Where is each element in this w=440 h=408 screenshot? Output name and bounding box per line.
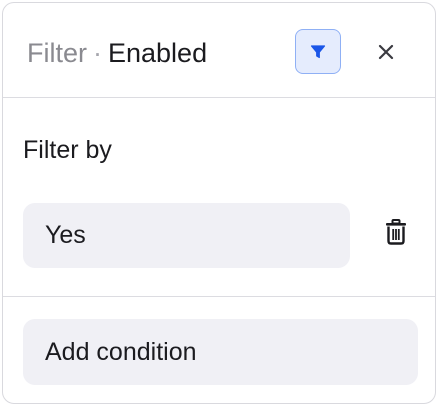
section-divider (3, 296, 435, 297)
filter-panel: Filter · Enabled Filter by Yes Add condi… (2, 2, 436, 404)
filter-toggle-button[interactable] (295, 29, 341, 74)
close-icon (378, 44, 394, 60)
add-condition-button[interactable]: Add condition (23, 319, 418, 385)
trash-icon (385, 219, 407, 245)
funnel-icon (310, 44, 326, 60)
title-separator: · (93, 38, 102, 68)
title-prefix: Filter (27, 38, 87, 68)
filter-value: Yes (45, 221, 86, 249)
add-condition-label: Add condition (45, 337, 197, 366)
header-divider (3, 97, 435, 98)
panel-header: Filter · Enabled (3, 3, 435, 98)
delete-condition-button[interactable] (381, 215, 411, 249)
filter-value-field[interactable]: Yes (23, 203, 350, 268)
filter-status: Enabled (108, 38, 208, 68)
filter-by-label: Filter by (23, 136, 112, 164)
close-button[interactable] (369, 35, 403, 69)
panel-title: Filter · Enabled (27, 37, 207, 69)
